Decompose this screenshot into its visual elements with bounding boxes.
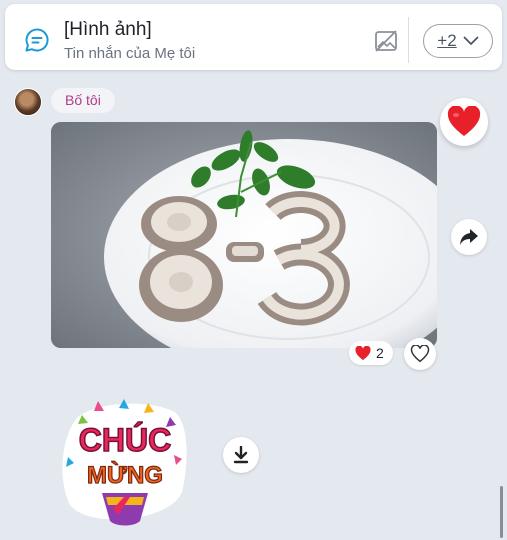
download-button[interactable] bbox=[223, 437, 259, 473]
more-count: +2 bbox=[437, 31, 457, 50]
sticker-line-1: CHÚC bbox=[79, 422, 171, 458]
divider bbox=[408, 17, 409, 63]
quoted-message-author: Tin nhắn của Mẹ tôi bbox=[64, 45, 196, 62]
scrollbar[interactable] bbox=[500, 486, 503, 538]
heart-icon bbox=[447, 106, 481, 136]
sticker-image: CHÚC MỪNG bbox=[62, 399, 187, 526]
avatar[interactable] bbox=[14, 88, 42, 116]
heart-outline-icon bbox=[410, 345, 430, 363]
reaction-count: 2 bbox=[376, 345, 384, 361]
more-messages-button[interactable]: +2 bbox=[423, 24, 493, 58]
add-reaction-button[interactable] bbox=[404, 338, 436, 370]
quoted-message-bar[interactable]: [Hình ảnh] Tin nhắn của Mẹ tôi +2 bbox=[5, 4, 502, 70]
plate-photo bbox=[51, 122, 437, 348]
share-button[interactable] bbox=[451, 219, 487, 255]
share-arrow-icon bbox=[460, 229, 478, 245]
chat-screen: [Hình ảnh] Tin nhắn của Mẹ tôi +2 Bố tôi bbox=[0, 0, 507, 540]
chat-bubble-icon bbox=[25, 28, 49, 52]
chevron-down-icon bbox=[463, 36, 479, 45]
quoted-message-title: [Hình ảnh] bbox=[64, 19, 152, 40]
sender-name[interactable]: Bố tôi bbox=[51, 88, 115, 113]
heart-reaction-button[interactable] bbox=[440, 98, 488, 146]
download-icon bbox=[233, 446, 249, 464]
image-off-icon[interactable] bbox=[374, 30, 398, 52]
sticker-line-2: MỪNG bbox=[87, 461, 163, 489]
reaction-summary[interactable]: 2 bbox=[349, 341, 393, 365]
photo-message[interactable] bbox=[51, 122, 437, 348]
congrats-sticker[interactable]: CHÚC MỪNG bbox=[58, 397, 192, 533]
heart-icon bbox=[355, 345, 371, 360]
